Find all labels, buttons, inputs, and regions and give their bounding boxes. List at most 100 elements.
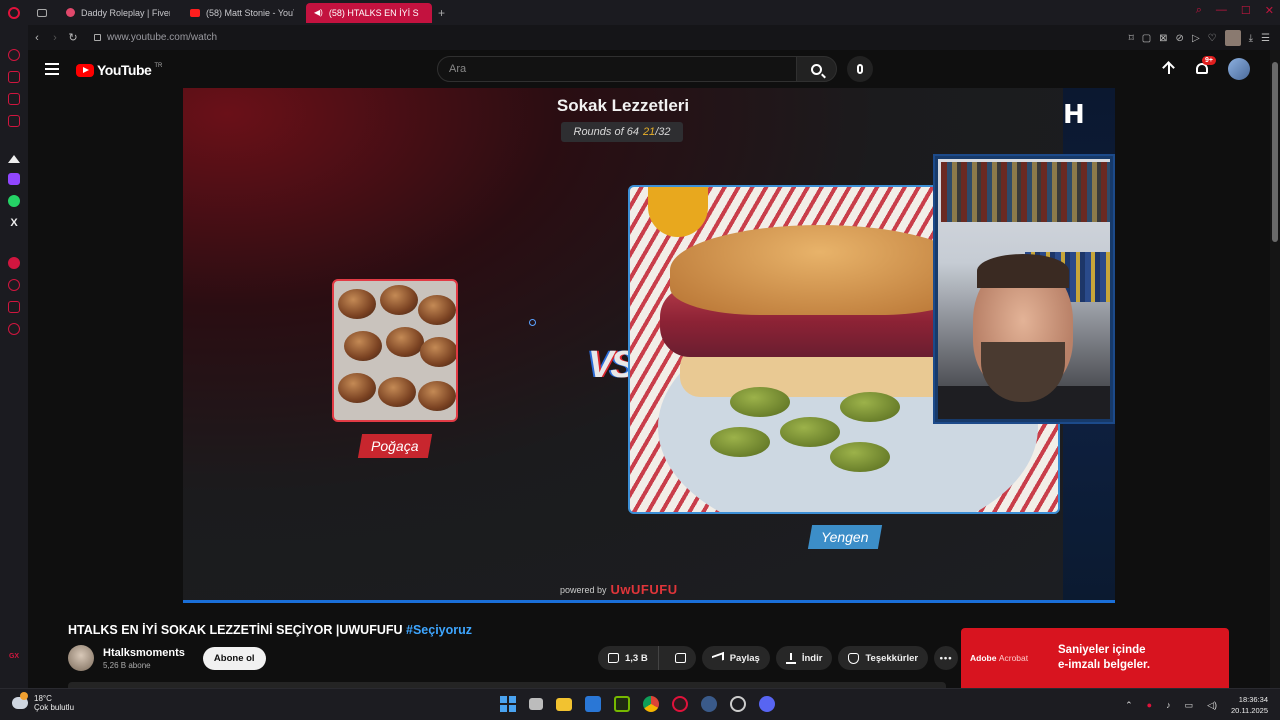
video-actions: 1,3 B Paylaş İndir Teşekkürler ••• — [598, 646, 959, 670]
download-label: İndir — [801, 652, 823, 664]
dislike-button[interactable] — [665, 646, 696, 670]
youtube-wordmark: YouTube — [97, 62, 152, 78]
create-upload-icon[interactable] — [1162, 62, 1176, 76]
volume-icon[interactable]: ◁) — [1207, 700, 1217, 711]
search-input[interactable] — [438, 57, 796, 81]
share-button[interactable]: Paylaş — [701, 646, 770, 670]
ai-icon[interactable] — [8, 155, 20, 163]
settings-icon[interactable] — [8, 323, 20, 335]
search-tabs-icon[interactable]: ⌕ — [1196, 4, 1202, 17]
task-view-icon[interactable] — [528, 698, 543, 710]
new-tab-button[interactable]: + — [438, 6, 445, 20]
outlook-icon[interactable] — [584, 696, 601, 712]
vs-text: VS — [588, 344, 636, 386]
settings-gear-icon[interactable] — [729, 696, 746, 712]
gx-corner-icon[interactable] — [8, 93, 20, 105]
ad-line-2: e-imzalı belgeler. — [1058, 659, 1151, 671]
profile-icon[interactable] — [1224, 30, 1241, 46]
snapshot-icon[interactable]: ▢ — [1142, 33, 1151, 44]
news-icon[interactable] — [8, 115, 20, 127]
player-icon[interactable]: ▷ — [1192, 33, 1200, 44]
easy-setup-icon[interactable]: ☰ — [1261, 33, 1270, 44]
opera-menu-icon[interactable] — [0, 0, 28, 25]
adobe-ad-banner[interactable]: Adobe Acrobat Saniyeler içinde e-imzalı … — [961, 628, 1229, 688]
youtube-logo[interactable]: YouTube TR — [76, 62, 162, 78]
channel-info: Htalksmoments 5,26 B abone — [103, 647, 185, 670]
heart-icon[interactable]: ♡ — [1208, 33, 1217, 44]
gx-label: GX — [8, 653, 20, 660]
voice-search-button[interactable] — [847, 56, 873, 82]
more-icon: ••• — [939, 652, 953, 664]
clock-date: 20.11.2025 — [1231, 706, 1268, 715]
twitch-icon[interactable] — [8, 173, 20, 185]
address-bar: ‹ › ↻ www.youtube.com/watch ⌑ ▢ ⊠ ⊘ ▷ ♡ … — [28, 25, 1280, 50]
channel-avatar[interactable] — [68, 645, 94, 671]
account-avatar[interactable] — [1228, 58, 1250, 80]
microphone-tray-icon[interactable]: ♪ — [1166, 700, 1171, 710]
discord-icon[interactable] — [758, 696, 775, 712]
ad-product-name: Acrobat — [998, 653, 1029, 663]
chrome-icon[interactable] — [642, 696, 659, 712]
download-icon[interactable]: ⤓ — [1249, 33, 1253, 44]
powered-by: powered by UwUFUFU — [560, 582, 678, 597]
video-progress-bar[interactable] — [183, 600, 1115, 603]
download-button[interactable]: İndir — [775, 646, 833, 670]
youtube-header: YouTube TR 9+ — [28, 50, 1280, 88]
tab-label: Daddy Roleplay | Fivem R — [81, 7, 170, 18]
minimize-button[interactable]: — — [1216, 4, 1227, 17]
scrollbar-thumb[interactable] — [1272, 62, 1278, 242]
gx-store-icon[interactable] — [8, 71, 20, 83]
streamer-webcam — [933, 154, 1115, 424]
tab-label: (58) Matt Stonie - YouTub — [206, 7, 294, 18]
tab-htalks[interactable]: ◀) (58) HTALKS EN İYİ S — [306, 2, 432, 23]
microphone-icon — [857, 64, 863, 74]
extensions-icon[interactable] — [8, 301, 20, 313]
like-button[interactable]: 1,3 B — [598, 646, 659, 670]
menu-icon[interactable] — [45, 63, 59, 75]
channel-name[interactable]: Htalksmoments — [103, 647, 185, 659]
clock[interactable]: 18:36:34 20.11.2025 — [1231, 694, 1268, 716]
whatsapp-icon[interactable] — [8, 195, 20, 207]
video-hashtag[interactable]: #Seçiyoruz — [406, 623, 472, 637]
tab-workspaces[interactable] — [32, 3, 54, 23]
start-button[interactable] — [500, 696, 516, 712]
more-actions-button[interactable]: ••• — [934, 646, 959, 670]
browser-tab-bar: Daddy Roleplay | Fivem R (58) Matt Stoni… — [0, 0, 1280, 25]
url-field[interactable]: www.youtube.com/watch — [94, 32, 217, 43]
music-icon[interactable] — [8, 257, 20, 269]
bookmark-icon[interactable]: ⌑ — [1129, 33, 1134, 44]
search-button[interactable] — [796, 56, 837, 82]
x-icon[interactable]: X — [10, 217, 17, 229]
tab-daddy-roleplay[interactable]: Daddy Roleplay | Fivem R — [58, 3, 178, 23]
nvidia-icon[interactable] — [613, 696, 630, 712]
notifications-button[interactable]: 9+ — [1194, 56, 1216, 77]
steam-icon[interactable] — [700, 696, 717, 712]
tab-matt-stonie[interactable]: (58) Matt Stonie - YouTub — [182, 3, 302, 23]
adblock-icon[interactable]: ⊘ — [1176, 33, 1184, 44]
temperature: 18°C — [34, 694, 52, 703]
forward-button[interactable]: › — [46, 32, 64, 44]
network-icon[interactable]: ▭ — [1185, 700, 1194, 711]
taskbar-apps — [500, 696, 775, 712]
file-explorer-icon[interactable] — [555, 697, 572, 711]
reload-button[interactable]: ↻ — [64, 31, 82, 44]
show-hidden-icons-icon[interactable]: ⌃ — [1125, 700, 1133, 711]
maximize-button[interactable]: ☐ — [1241, 4, 1251, 17]
video-title: HTALKS EN İYİ SOKAK LEZZETİNİ SEÇİYOR |U… — [68, 623, 472, 637]
video-player[interactable]: H Sokak Lezzetleri Rounds of 64 21/32 Po… — [183, 88, 1115, 603]
page-scrollbar[interactable] — [1270, 50, 1280, 688]
history-icon[interactable] — [8, 279, 20, 291]
cloudy-weather-icon — [12, 692, 28, 709]
close-button[interactable]: ✕ — [1265, 4, 1274, 17]
subscribe-button[interactable]: Abone ol — [202, 646, 266, 670]
back-button[interactable]: ‹ — [28, 32, 46, 44]
opera-gx-icon[interactable] — [671, 696, 688, 712]
weather-widget[interactable]: 18°C Çok bulutlu — [12, 692, 74, 712]
vpn-icon[interactable]: ⊠ — [1159, 33, 1167, 44]
ad-brand: Adobe Acrobat — [970, 653, 1058, 663]
rounds-label: Rounds of 64 — [573, 126, 639, 138]
tray-app-icon[interactable]: ● — [1147, 700, 1152, 710]
channel-row: Htalksmoments 5,26 B abone Abone ol — [68, 645, 266, 671]
gx-control-icon[interactable] — [8, 49, 20, 61]
thanks-button[interactable]: Teşekkürler — [838, 646, 929, 670]
